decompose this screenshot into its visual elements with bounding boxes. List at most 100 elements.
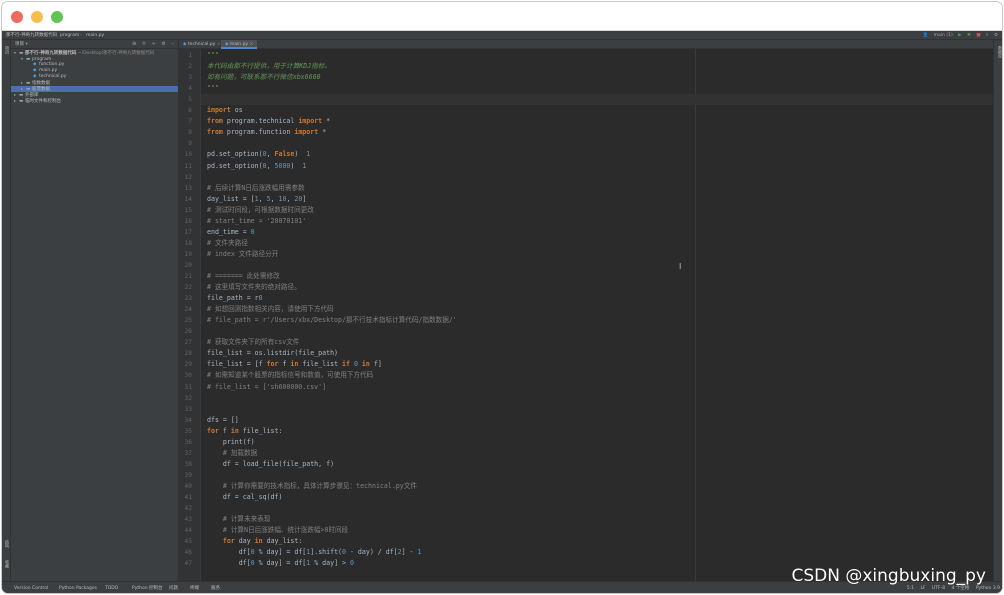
code-line[interactable]: # 计算未来表现	[201, 514, 993, 525]
code-line[interactable]: from program.technical import *	[201, 116, 993, 127]
code-area[interactable]: """ 本代码由那不行提供，用于计算KDJ指标。 如有问题，可联系那不行微信xbx6…	[201, 49, 993, 581]
user-icon[interactable]: 👤	[923, 31, 929, 40]
line-number: 1	[188, 52, 192, 59]
collapse-all-icon[interactable]: ≑	[142, 41, 146, 47]
code-line[interactable]	[201, 503, 993, 514]
code-line[interactable]: pd.set_option(0, False) 1	[201, 149, 993, 160]
code-line[interactable]: file_list = [f for f in file_list if 0 i…	[201, 359, 993, 370]
hide-panel-icon[interactable]: –	[172, 41, 175, 47]
code-line[interactable]: df = cal_sq(df)	[201, 492, 993, 503]
line-number: 22	[184, 284, 192, 292]
project-tool-tab[interactable]: 项目	[4, 46, 10, 54]
code-line[interactable]: # 后续计算N日后涨跌幅用需参数	[201, 183, 993, 194]
chevron-down-icon[interactable]: ▾	[25, 42, 27, 47]
code-line[interactable]: """	[201, 83, 993, 94]
line-number: 12	[184, 173, 192, 181]
stop-icon[interactable]: ■	[976, 31, 980, 40]
code-line[interactable]: """	[201, 50, 993, 61]
code-line[interactable]: file_path = r0	[201, 293, 993, 304]
python-console-tab[interactable]: Python 控制台	[132, 582, 163, 593]
tab-technical[interactable]: ◆ technical.py ×	[179, 40, 225, 49]
line-separator[interactable]: LF	[920, 586, 925, 591]
minimize-window-button[interactable]	[31, 11, 43, 23]
breadcrumb-folder[interactable]: program	[60, 31, 79, 40]
code-line[interactable]: 如有问题，可联系那不行微信xbx6660	[201, 72, 993, 83]
code-line[interactable]: # ======= 此处需修改	[201, 271, 993, 282]
code-line[interactable]: from program.function import *	[201, 127, 993, 138]
code-line[interactable]	[201, 94, 993, 106]
code-line[interactable]	[201, 260, 993, 271]
code-line[interactable]	[201, 138, 993, 149]
code-line[interactable]: # 测试时间段，可根据数据时间更改	[201, 205, 993, 216]
tree-item-label: function.py	[39, 62, 65, 67]
version-control-tab[interactable]: Version Control	[14, 582, 48, 593]
terminal-tab[interactable]: 终端	[190, 582, 199, 593]
code-line[interactable]: end_time = 0	[201, 227, 993, 238]
close-tab-icon[interactable]: ×	[248, 42, 254, 47]
code-line[interactable]: # start_time = '20070101'	[201, 216, 993, 227]
code-line[interactable]: # 文件夹路径	[201, 238, 993, 249]
code-line[interactable]: for day in day_list:	[201, 536, 993, 547]
close-window-button[interactable]	[11, 11, 23, 23]
code-line[interactable]: dfs = []	[201, 415, 993, 426]
services-tab[interactable]: 服务	[211, 582, 220, 593]
run-icon[interactable]: ▶	[958, 31, 961, 40]
favorites-tool-tab[interactable]: 收藏	[4, 560, 10, 568]
breadcrumb-file[interactable]: main.py	[86, 31, 104, 40]
structure-tool-tab[interactable]: 结构	[4, 540, 10, 548]
code-line[interactable]: df[0 % day] = df[1].shift(0 - day) / df[…	[201, 547, 993, 558]
code-line[interactable]: # 如需知道某个股票的指标信号和数值，可使用下方代码	[201, 370, 993, 381]
close-tab-icon[interactable]: ×	[215, 42, 221, 47]
code-line[interactable]: # 获取文件夹下的所有csv文件	[201, 337, 993, 348]
code-line[interactable]: # file_list = ['sh600000.csv']	[201, 382, 993, 393]
code-line[interactable]	[201, 404, 993, 415]
tree-item[interactable]: ▸ ▬ 临时文件和控制台	[11, 98, 178, 104]
project-panel-title[interactable]: 项目	[15, 42, 24, 47]
code-line-text: pd.set_option(0, 5000) 1	[207, 161, 307, 170]
file-encoding[interactable]: UTF-8	[932, 586, 945, 591]
code-line-text: # 测试时间段，可根据数据时间更改	[207, 205, 314, 214]
code-line[interactable]: df = load_file(file_path, f)	[201, 459, 993, 470]
code-line-text: print(f)	[207, 437, 255, 446]
code-line[interactable]: print(f)	[201, 437, 993, 448]
maximize-window-button[interactable]	[51, 11, 63, 23]
code-line[interactable]: # 计算你需要的技术指标，具体计算步骤见：technical.py文件	[201, 481, 993, 492]
problems-tab[interactable]: 问题	[169, 582, 178, 593]
code-line[interactable]: import os	[201, 105, 993, 116]
breadcrumb-project[interactable]: 那不行-神奇九转数据代码	[6, 31, 57, 40]
python-packages-tab[interactable]: Python Packages	[59, 582, 97, 593]
title-bar	[2, 2, 1002, 31]
code-line[interactable]: # 计算N日后涨跌幅、统计涨跌幅>0时间段	[201, 525, 993, 536]
code-line[interactable]: day_list = [1, 5, 10, 20]	[201, 194, 993, 205]
todo-tab[interactable]: TODO	[105, 582, 118, 593]
code-line[interactable]	[201, 393, 993, 404]
app-window: 那不行-神奇九转数据代码 › program › main.py 👤 main …	[1, 1, 1003, 594]
code-line[interactable]: # index 文件路径分开	[201, 249, 993, 260]
debug-icon[interactable]: ✱	[967, 31, 971, 40]
python-interpreter[interactable]: Python 3.9	[976, 586, 1000, 591]
code-line[interactable]	[201, 470, 993, 481]
run-config-select[interactable]: main (1)	[934, 31, 953, 40]
code-line[interactable]	[201, 172, 993, 183]
caret-position[interactable]: 5:1	[907, 586, 914, 591]
code-line[interactable]: # 加载数据	[201, 448, 993, 459]
settings-icon[interactable]: ⚙	[994, 31, 998, 40]
search-icon[interactable]: ⌕	[986, 31, 989, 40]
code-line[interactable]: # file_path = r'/Users/xbx/Desktop/那不行技术…	[201, 315, 993, 326]
code-line[interactable]: 本代码由那不行提供，用于计算KDJ指标。	[201, 61, 993, 72]
code-line[interactable]: # 如想回测指数相关内容，请使用下方代码	[201, 304, 993, 315]
database-tool-tab[interactable]: 数据库	[997, 46, 1002, 58]
line-number: 41	[184, 494, 192, 501]
code-line-text: # 如需知道某个股票的指标信号和数值，可使用下方代码	[207, 371, 374, 380]
code-line-text: # 加载数据	[207, 448, 258, 457]
code-line[interactable]: # 这里填写文件夹的绝对路径。	[201, 282, 993, 293]
expand-icon[interactable]: ÷	[152, 41, 156, 47]
code-line[interactable]	[201, 326, 993, 337]
locate-icon[interactable]: ⊕	[132, 41, 136, 47]
tab-main[interactable]: ◆ main.py ×	[221, 40, 258, 49]
options-gear-icon[interactable]: ⚙	[161, 41, 165, 47]
code-line[interactable]: for f in file_list:	[201, 426, 993, 437]
code-line[interactable]: pd.set_option(0, 5000) 1	[201, 161, 993, 172]
code-line[interactable]: file_list = os.listdir(file_path)	[201, 348, 993, 359]
indent-setting[interactable]: 4 个空格	[952, 586, 970, 591]
